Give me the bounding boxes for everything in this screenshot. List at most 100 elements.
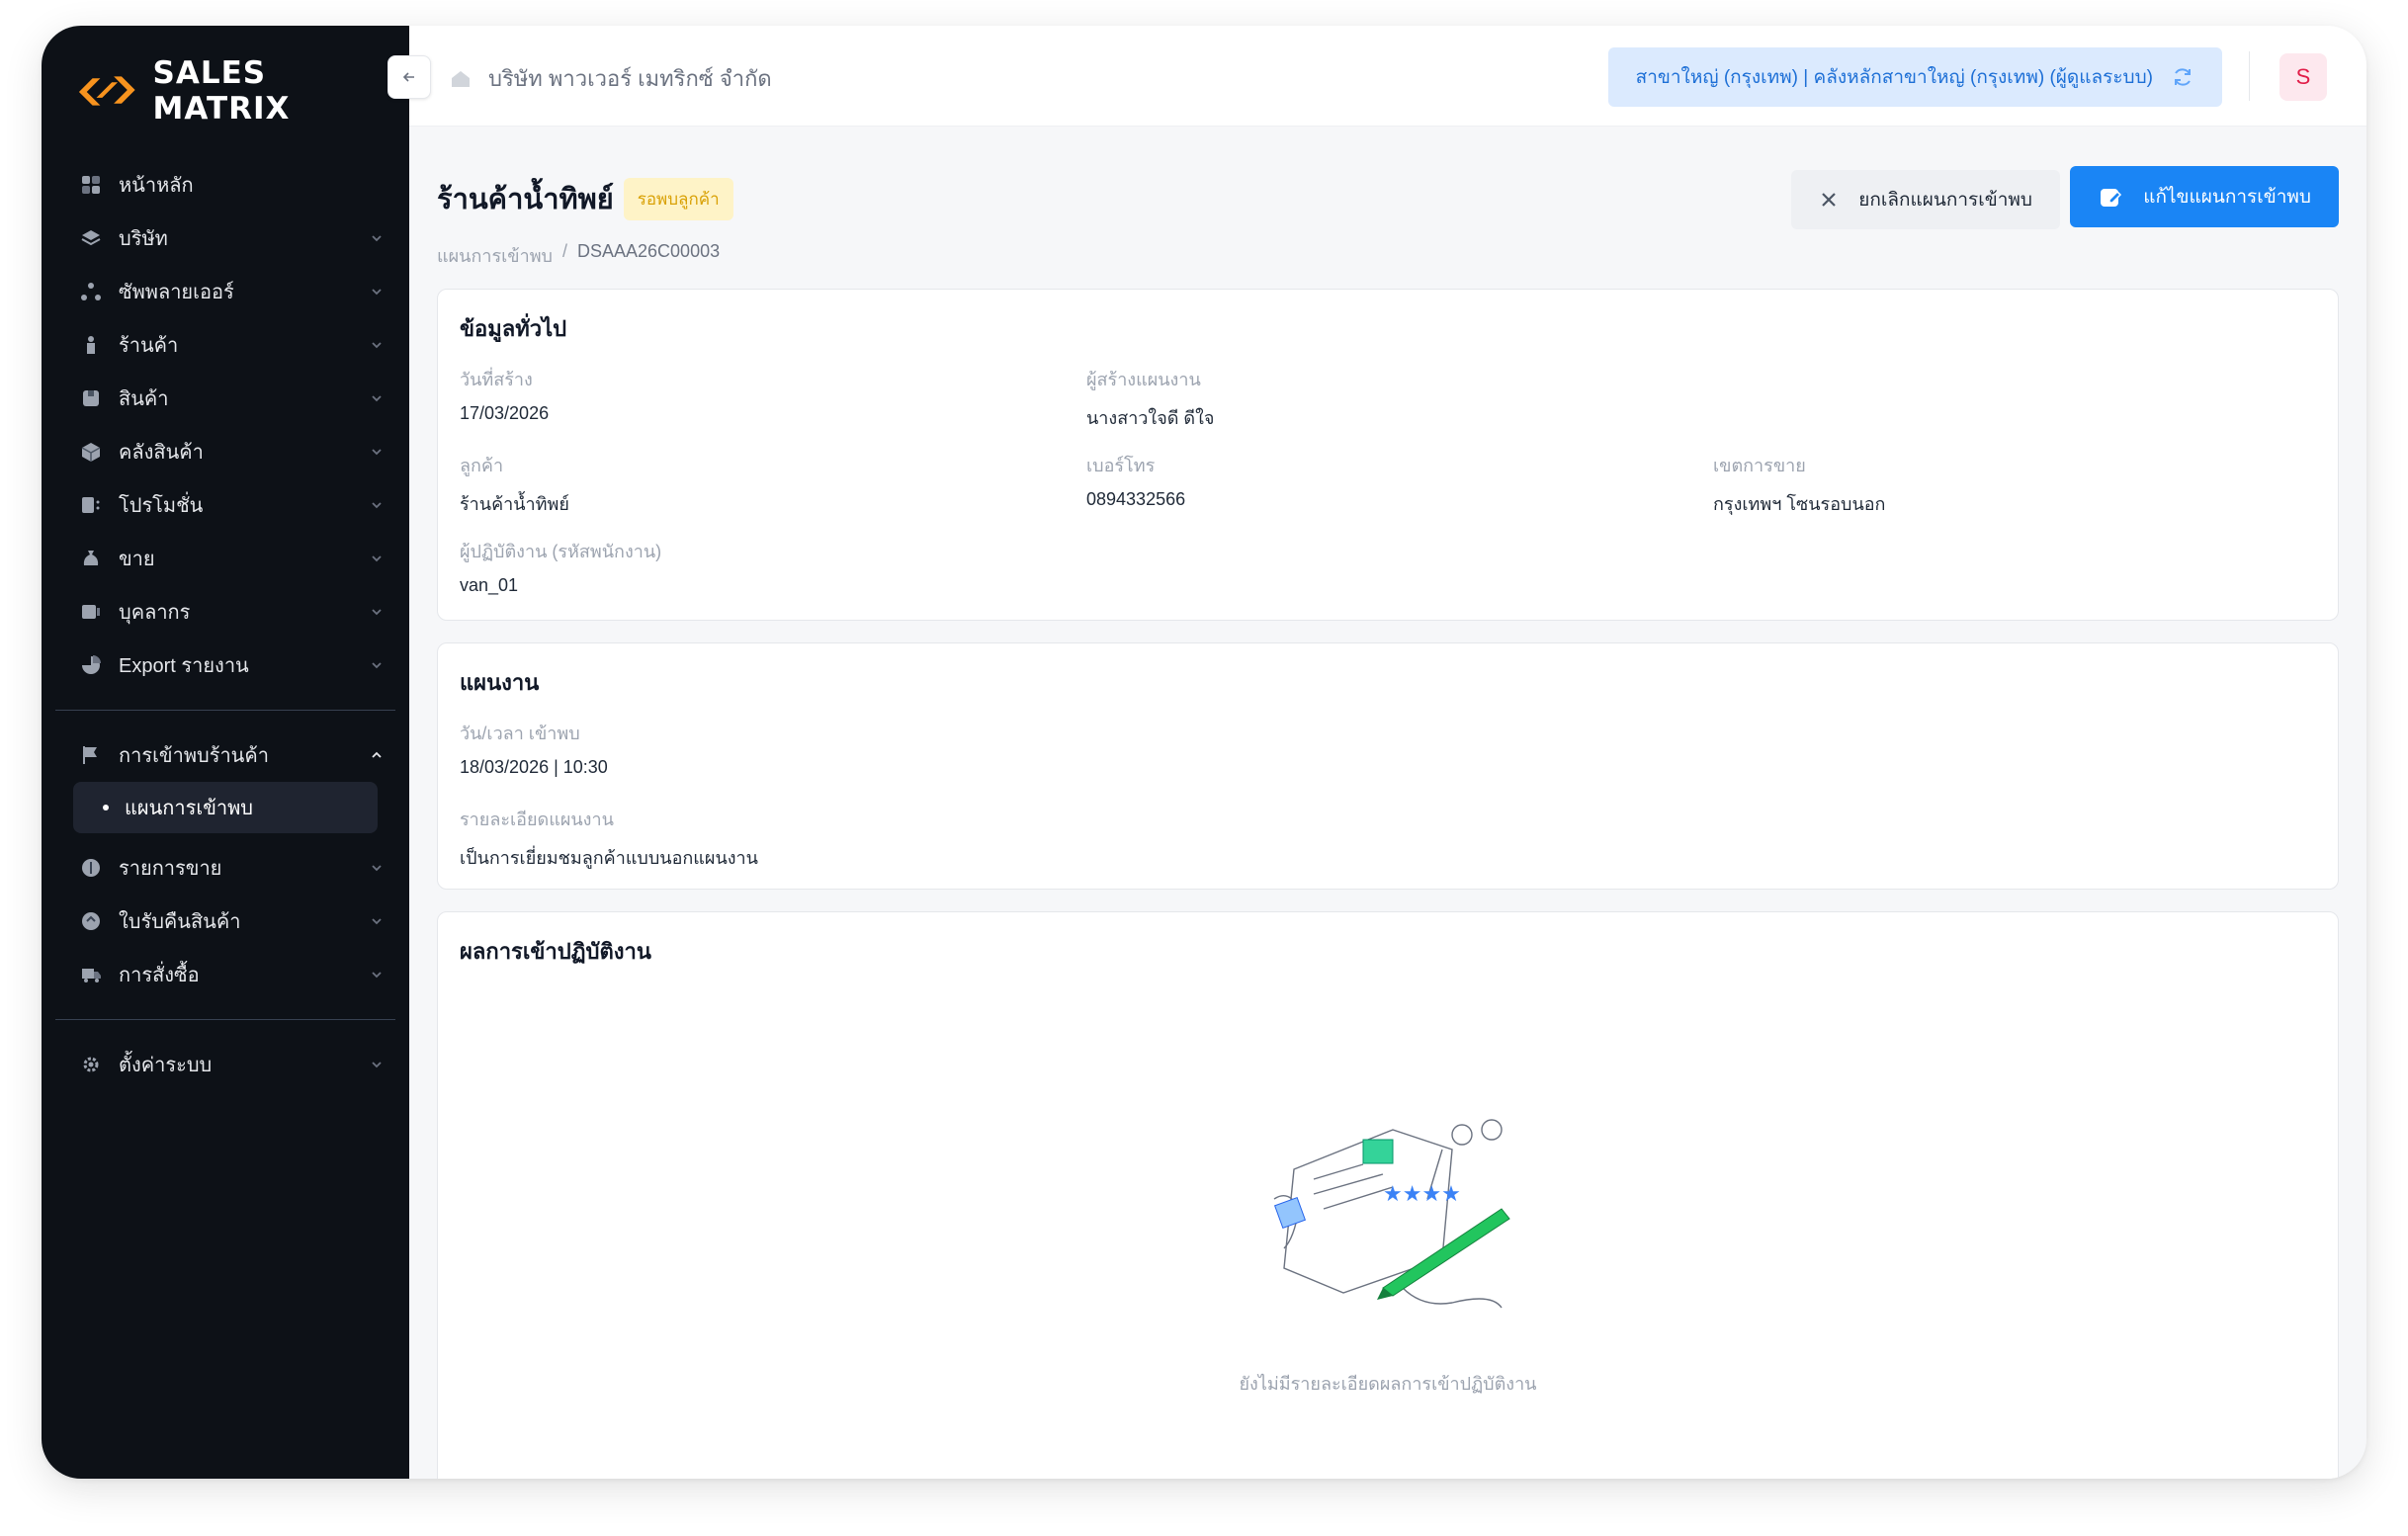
layers-icon — [79, 226, 103, 250]
sidebar-subitem-label: แผนการเข้าพบ — [125, 798, 253, 819]
promo-icon — [79, 493, 103, 517]
svg-text:★★★★: ★★★★ — [1383, 1182, 1461, 1207]
store-icon — [79, 333, 103, 357]
sidebar-item-pie-chart[interactable]: Export รายงาน — [42, 639, 409, 692]
chevron-up-icon — [372, 751, 382, 758]
field-label: เขตการขาย — [1713, 456, 1806, 475]
field-value: นางสาวใจดี ดีใจ — [1086, 408, 1215, 428]
field-label: วัน/เวลา เข้าพบ — [460, 724, 580, 743]
field-value: van_01 — [460, 575, 519, 595]
sidebar-subitem-visit-plan[interactable]: แผนการเข้าพบ — [73, 782, 378, 833]
chevron-down-icon — [372, 865, 382, 872]
empty-report-illustration-icon: ★★★★ — [1273, 1119, 1510, 1309]
chevron-down-icon — [372, 918, 382, 925]
sidebar-menu: หน้าหลัก บริษัทซัพพลายเออร์ร้านค้า สินค้าค… — [42, 158, 409, 1091]
chevron-down-icon — [372, 235, 382, 242]
sidebar-item-product[interactable]: สินค้า — [42, 372, 409, 425]
sidebar-item-visit-group[interactable]: การเข้าพบร้านค้า — [42, 728, 409, 782]
product-icon — [79, 386, 103, 410]
money-bag-icon — [79, 547, 103, 570]
status-badge: รอพบลูกค้า — [623, 177, 733, 220]
page-title: ร้านค้าน้ำทิพย์ — [437, 184, 614, 215]
sidebar-divider — [55, 710, 395, 711]
gear-icon — [79, 1053, 103, 1076]
creator-field: ผู้สร้างแผนงาน นางสาวใจดี ดีใจ — [1086, 365, 1214, 432]
sidebar-item-settings[interactable]: ตั้งค่าระบบ — [42, 1038, 409, 1091]
card-title: แผนงาน — [460, 670, 540, 695]
sidebar-item-box[interactable]: คลังสินค้า — [42, 425, 409, 478]
card-title: ผลการเข้าปฏิบัติงาน — [460, 939, 651, 964]
branch-switcher[interactable]: สาขาใหญ่ (กรุงเทพ) | คลังหลักสาขาใหญ่ (ก… — [1607, 47, 2222, 107]
home-icon — [452, 70, 470, 87]
breadcrumb-link[interactable]: แผนการเข้าพบ — [437, 241, 553, 270]
close-icon — [1822, 193, 1837, 207]
app-window: SALES MATRIX หน้าหลัก บริษัท ซัพพลายเออร์ร… — [42, 26, 2366, 1479]
sidebar-item-network[interactable]: ซัพพลายเออร์ — [42, 265, 409, 318]
topbar-divider — [2249, 51, 2250, 101]
sidebar-item-dashboard[interactable]: หน้าหลัก — [42, 158, 409, 212]
field-label: เบอร์โทร — [1086, 456, 1156, 475]
pie-chart-icon — [79, 653, 103, 677]
sidebar-item-store[interactable]: ร้านค้า — [42, 318, 409, 372]
dashboard-icon — [79, 173, 103, 197]
sales-zone-field: เขตการขาย กรุงเทพฯ โซนรอบนอก — [1713, 451, 1885, 518]
sidebar: SALES MATRIX หน้าหลัก บริษัทซัพพลายเออร์ร… — [42, 26, 409, 1479]
field-value: 17/03/2026 — [460, 403, 550, 423]
sidebar-item-return[interactable]: ใบรับคืนสินค้า — [42, 895, 409, 948]
brand-name: SALES MATRIX — [152, 55, 291, 127]
id-card-icon — [79, 600, 103, 624]
breadcrumb: แผนการเข้าพบ / DSAAA26C00003 — [437, 241, 720, 270]
branch-name: สาขาใหญ่ (กรุงเทพ) | คลังหลักสาขาใหญ่ (ก… — [1635, 67, 2153, 88]
general-info-card: ข้อมูลทั่วไป วันที่สร้าง 17/03/2026 ผู้ส… — [437, 289, 2339, 621]
field-value: 18/03/2026 | 10:30 — [460, 757, 608, 777]
empty-state-text: ยังไม่มีรายละเอียดผลการเข้าปฏิบัติงาน — [1239, 1374, 1537, 1394]
result-card: ผลการเข้าปฏิบัติงาน ★★★★ ยังไม่มีรายละเอ… — [437, 911, 2339, 1479]
sidebar-item-label: ซัพพลายเออร์ — [119, 282, 234, 303]
avatar[interactable]: S — [2279, 53, 2327, 101]
field-label: วันที่สร้าง — [460, 370, 533, 389]
field-label: ผู้สร้างแผนงาน — [1086, 370, 1201, 389]
sidebar-item-money-bag[interactable]: ขาย — [42, 532, 409, 585]
sidebar-item-truck[interactable]: การสั่งซื้อ — [42, 948, 409, 1001]
edit-visit-plan-button[interactable]: แก้ไขแผนการเข้าพบ — [2070, 166, 2339, 227]
sidebar-item-promo[interactable]: โปรโมชั่น — [42, 478, 409, 532]
sidebar-item-label: การเข้าพบร้านค้า — [119, 745, 269, 767]
box-icon — [79, 440, 103, 464]
chevron-down-icon — [372, 289, 382, 296]
sidebar-item-layers[interactable]: บริษัท — [42, 212, 409, 265]
brand-logo[interactable]: SALES MATRIX — [75, 55, 409, 127]
sidebar-item-id-card[interactable]: บุคลากร — [42, 585, 409, 639]
sidebar-divider — [55, 1019, 395, 1020]
operator-field: ผู้ปฏิบัติงาน (รหัสพนักงาน) van_01 — [460, 537, 661, 596]
sidebar-item-label: รายการขาย — [119, 858, 222, 880]
sidebar-item-label: โปรโมชั่น — [119, 495, 204, 517]
chevron-down-icon — [372, 502, 382, 509]
network-icon — [79, 280, 103, 303]
sidebar-item-receipt[interactable]: รายการขาย — [42, 841, 409, 895]
bullet-icon — [103, 805, 109, 811]
chevron-down-icon — [372, 1062, 382, 1068]
plan-card: แผนงาน วัน/เวลา เข้าพบ 18/03/2026 | 10:3… — [437, 642, 2339, 890]
visit-datetime-field: วัน/เวลา เข้าพบ 18/03/2026 | 10:30 — [460, 719, 608, 778]
customer-field: ลูกค้า ร้านค้าน้ำทิพย์ — [460, 451, 569, 518]
receipt-icon — [79, 856, 103, 880]
top-bar: บริษัท พาวเวอร์ เมทริกซ์ จำกัด สาขาใหญ่ … — [409, 26, 2366, 127]
flag-icon — [79, 743, 103, 767]
cancel-visit-plan-label: ยกเลิกแผนการเข้าพบ — [1858, 190, 2032, 211]
field-value: เป็นการเยี่ยมชมลูกค้าแบบนอกแผนงาน — [460, 848, 758, 868]
company-breadcrumb: บริษัท พาวเวอร์ เมทริกซ์ จำกัด — [449, 61, 772, 96]
phone-field: เบอร์โทร 0894332566 — [1086, 451, 1185, 510]
plan-detail-field: รายละเอียดแผนงาน เป็นการเยี่ยมชมลูกค้าแบ… — [460, 805, 758, 872]
collapse-sidebar-button[interactable] — [387, 55, 431, 99]
cancel-visit-plan-button[interactable]: ยกเลิกแผนการเข้าพบ — [1791, 170, 2060, 229]
card-title: ข้อมูลทั่วไป — [460, 316, 567, 341]
edit-icon — [2101, 189, 2122, 207]
sidebar-item-label: ใบรับคืนสินค้า — [119, 911, 241, 933]
refresh-icon — [2175, 68, 2191, 86]
chevron-down-icon — [372, 342, 382, 349]
created-date-field: วันที่สร้าง 17/03/2026 — [460, 365, 549, 424]
return-icon — [79, 909, 103, 933]
chevron-down-icon — [372, 449, 382, 456]
logo-mark-icon — [78, 76, 135, 106]
chevron-down-icon — [372, 395, 382, 402]
